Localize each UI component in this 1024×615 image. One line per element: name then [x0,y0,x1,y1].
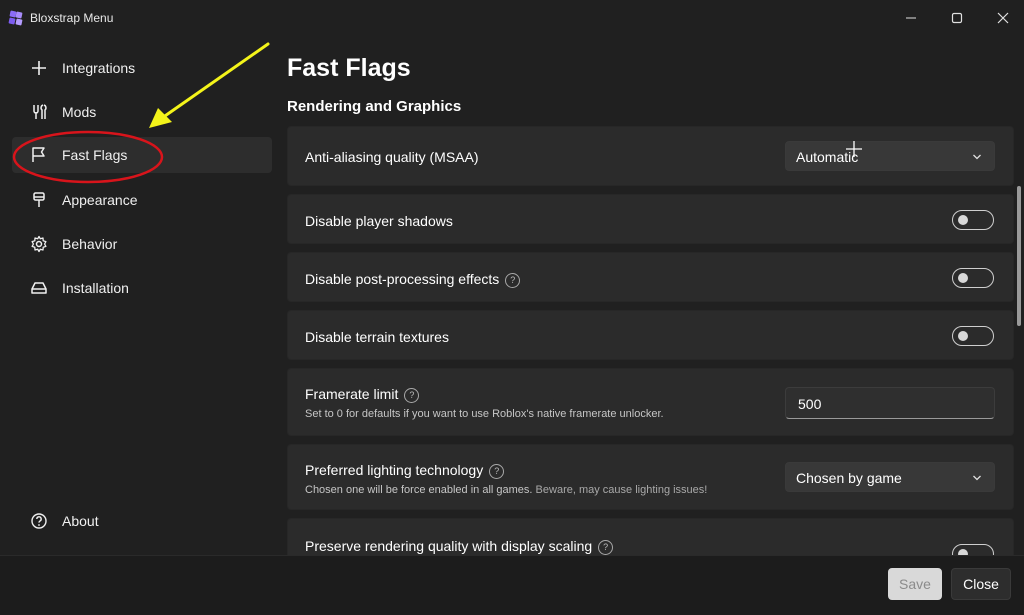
sidebar-item-installation[interactable]: Installation [12,270,272,306]
setting-label: Framerate limit [305,386,399,402]
plus-icon [32,61,46,75]
help-icon[interactable]: ? [505,273,521,288]
minimize-button[interactable] [888,0,934,36]
setting-label: Disable post-processing effects [305,271,500,287]
setting-label-row: Preserve rendering quality with display … [305,538,614,555]
lighting-dropdown[interactable]: Chosen by game [785,462,995,492]
setting-description: Chosen one will be force enabled in all … [305,484,533,496]
msaa-dropdown[interactable]: Automatic [785,141,995,171]
setting-description: Set to 0 for defaults if you want to use… [305,408,664,420]
setting-label: Disable terrain textures [305,329,449,345]
sidebar-item-fast-flags[interactable]: Fast Flags [12,137,272,173]
setting-label: Preferred lighting technology [305,462,484,478]
setting-warning: Beware, may cause lighting issues! [535,484,708,496]
toggle-knob [958,273,968,283]
shadows-toggle[interactable] [952,210,994,230]
minimize-icon [906,17,916,19]
title-bar[interactable]: Bloxstrap Menu [0,0,1024,36]
setting-label-row: Preferred lighting technology? [305,462,505,479]
close-icon [997,12,1009,24]
terrain-toggle[interactable] [952,326,994,346]
setting-description-row: Chosen one will be force enabled in all … [305,484,707,496]
setting-label: Disable player shadows [305,213,453,229]
dropdown-value: Chosen by game [796,470,902,486]
setting-card-msaa: Anti-aliasing quality (MSAA) Automatic [287,126,1014,186]
window-title: Bloxstrap Menu [30,11,114,25]
drive-icon [31,282,47,294]
toggle-knob [958,331,968,341]
chevron-down-icon [973,154,981,160]
toggle-knob [958,215,968,225]
maximize-icon [951,12,963,24]
setting-label: Anti-aliasing quality (MSAA) [305,149,479,165]
close-button[interactable]: Close [951,568,1011,600]
sidebar-item-integrations[interactable]: Integrations [12,50,272,86]
maximize-button[interactable] [934,0,980,36]
help-icon[interactable]: ? [489,464,505,479]
sidebar-item-mods[interactable]: Mods [12,94,272,130]
setting-card-terrain: Disable terrain textures [287,310,1014,360]
sidebar-item-behavior[interactable]: Behavior [12,226,272,262]
sidebar-item-label: Mods [62,104,97,120]
bloxstrap-window: Bloxstrap Menu Integrations Mods Fast Fl… [0,0,1024,615]
input-value: 500 [798,396,822,412]
setting-card-postprocessing: Disable post-processing effects? [287,252,1014,302]
setting-label-row: Framerate limit? [305,386,420,403]
bloxstrap-logo-icon [8,10,23,26]
section-title: Rendering and Graphics [287,98,462,115]
close-window-button[interactable] [980,0,1024,36]
sidebar-item-label: Installation [62,280,129,296]
scrollbar-thumb[interactable] [1017,186,1021,326]
crosshair-cursor-icon [846,141,862,157]
save-button[interactable]: Save [888,568,942,600]
gear-icon [31,235,47,253]
tools-icon [33,104,47,119]
framerate-input[interactable]: 500 [785,387,995,419]
paintbrush-icon [33,192,45,207]
sidebar-item-label: Integrations [62,60,136,76]
question-icon [31,513,47,529]
flag-icon [32,147,45,162]
page-title: Fast Flags [287,54,411,82]
sidebar-item-label: Appearance [62,192,138,208]
postprocessing-toggle[interactable] [952,268,994,288]
sidebar-item-label: Fast Flags [62,147,128,163]
sidebar-item-label: Behavior [62,236,118,252]
setting-label: Preserve rendering quality with display … [305,538,593,554]
setting-card-shadows: Disable player shadows [287,194,1014,244]
sidebar-item-about[interactable]: About [12,503,272,539]
sidebar-item-label: About [62,513,99,529]
setting-card-lighting: Preferred lighting technology? Chosen on… [287,444,1014,510]
setting-card-framerate: Framerate limit? Set to 0 for defaults i… [287,368,1014,436]
help-icon[interactable]: ? [404,388,420,403]
chevron-down-icon [973,475,981,481]
sidebar-item-appearance[interactable]: Appearance [12,182,272,218]
help-icon[interactable]: ? [598,540,614,555]
setting-label-row: Disable post-processing effects? [305,271,521,288]
footer-bar: Save Close [0,555,1024,615]
